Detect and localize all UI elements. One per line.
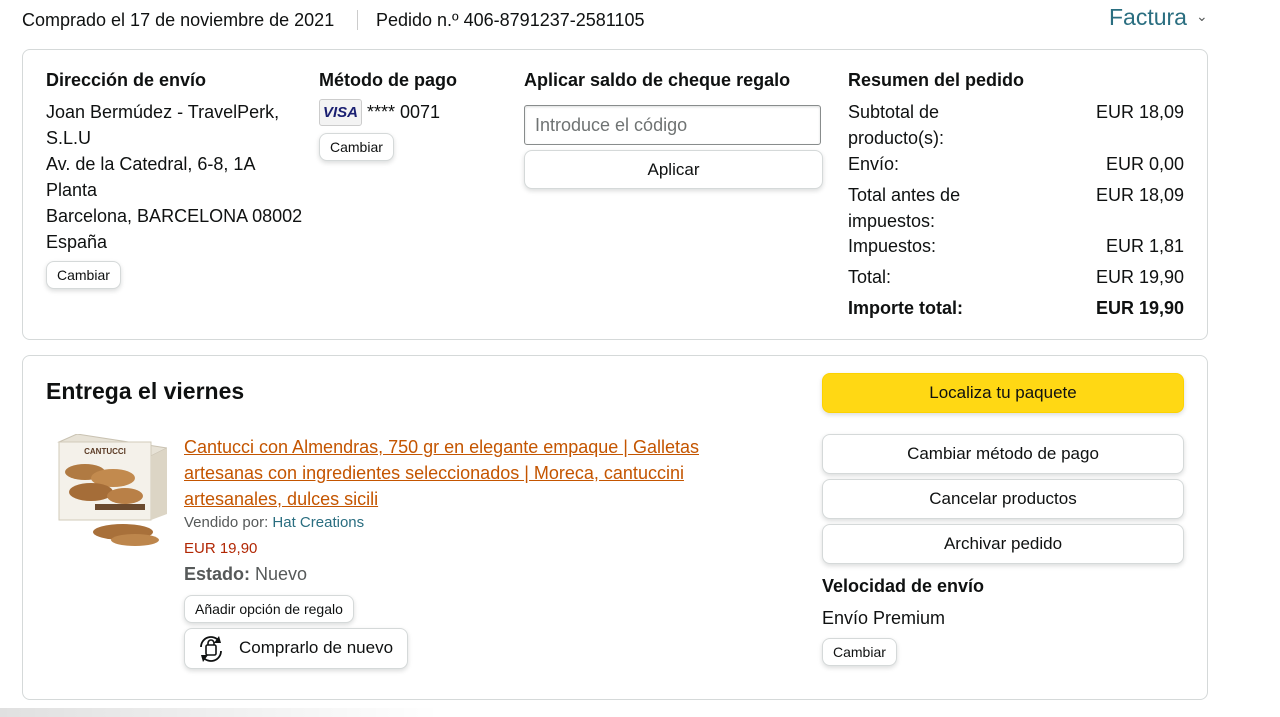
- shipping-address-title: Dirección de envío: [46, 70, 207, 90]
- order-summary-title: Resumen del pedido: [848, 70, 1025, 90]
- sold-by: Vendido por: Hat Creations: [184, 514, 364, 531]
- summary-value: EUR 18,09: [1095, 102, 1184, 122]
- add-gift-option-button[interactable]: Añadir opción de regalo: [184, 595, 354, 623]
- gift-card-title: Aplicar saldo de cheque regalo: [524, 70, 791, 90]
- order-header: Comprado el 17 de noviembre de 2021 Pedi…: [22, 4, 1208, 34]
- summary-value: EUR 0,00: [1105, 154, 1184, 174]
- change-payment-method-button[interactable]: Cambiar método de pago: [822, 434, 1184, 474]
- product-condition: Estado: Nuevo: [184, 564, 307, 585]
- delivery-title: Entrega el viernes: [46, 378, 245, 404]
- product-image[interactable]: CANTUCCI: [55, 434, 167, 552]
- delivery-card: Entrega el viernes CANTUCCI Cantucci con…: [22, 355, 1208, 700]
- address-line: Joan Bermúdez - TravelPerk,: [46, 102, 280, 122]
- condition-value: Nuevo: [255, 564, 308, 584]
- summary-value: EUR 1,81: [1105, 236, 1184, 256]
- summary-value: EUR 18,09: [1095, 185, 1184, 205]
- address-line: Planta: [46, 180, 98, 200]
- product-title-link[interactable]: Cantucci con Almendras, 750 gr en elegan…: [184, 434, 744, 512]
- purchase-date: Comprado el 17 de noviembre de 2021: [22, 10, 335, 30]
- buy-again-button[interactable]: Comprarlo de nuevo: [184, 628, 408, 669]
- summary-value: EUR 19,90: [1095, 267, 1184, 287]
- change-shipping-speed-button[interactable]: Cambiar: [822, 638, 897, 666]
- product-price: EUR 19,90: [184, 540, 258, 557]
- change-payment-button[interactable]: Cambiar: [319, 133, 394, 161]
- order-details-card: Dirección de envío Joan Bermúdez - Trave…: [22, 49, 1208, 340]
- order-number: Pedido n.º 406-8791237-2581105: [376, 10, 645, 30]
- visa-icon: VISA: [319, 99, 362, 126]
- address-line: Av. de la Catedral, 6-8, 1A: [46, 154, 256, 174]
- chevron-down-icon[interactable]: ⌄: [1196, 8, 1208, 25]
- invoice-link[interactable]: Factura: [1109, 4, 1187, 31]
- summary-value: EUR 19,90: [1095, 298, 1184, 318]
- summary-label: Total antes de impuestos:: [848, 185, 961, 231]
- shipping-speed-title: Velocidad de envío: [822, 576, 985, 596]
- apply-gift-button[interactable]: Aplicar: [524, 150, 823, 189]
- change-address-button[interactable]: Cambiar: [46, 261, 121, 289]
- summary-label: Envío:: [848, 154, 900, 174]
- payment-method-title: Método de pago: [319, 70, 457, 90]
- address-line: España: [46, 232, 108, 252]
- gift-code-input[interactable]: [524, 105, 821, 145]
- cancel-items-button[interactable]: Cancelar productos: [822, 479, 1184, 519]
- condition-label: Estado:: [184, 564, 251, 584]
- sold-by-label: Vendido por:: [184, 514, 269, 531]
- summary-label: Subtotal de producto(s):: [848, 102, 945, 148]
- address-line: S.L.U: [46, 128, 92, 148]
- address-line: Barcelona, BARCELONA 08002: [46, 206, 303, 226]
- archive-order-button[interactable]: Archivar pedido: [822, 524, 1184, 564]
- buy-again-icon: [200, 636, 222, 662]
- shipping-speed-value: Envío Premium: [822, 608, 946, 628]
- summary-label: Total:: [848, 267, 892, 287]
- summary-label: Importe total:: [848, 298, 963, 318]
- page-edge-shadow: [0, 708, 440, 717]
- summary-label: Impuestos:: [848, 236, 937, 256]
- product-box-brand: CANTUCCI: [84, 447, 126, 456]
- card-number: **** 0071: [367, 102, 441, 122]
- header-divider: [357, 10, 358, 30]
- track-package-button[interactable]: Localiza tu paquete: [822, 373, 1184, 413]
- summary-row: Subtotal de producto(s): EUR 18,09: [848, 99, 1184, 151]
- seller-link[interactable]: Hat Creations: [272, 514, 364, 531]
- buy-again-label: Comprarlo de nuevo: [239, 638, 394, 657]
